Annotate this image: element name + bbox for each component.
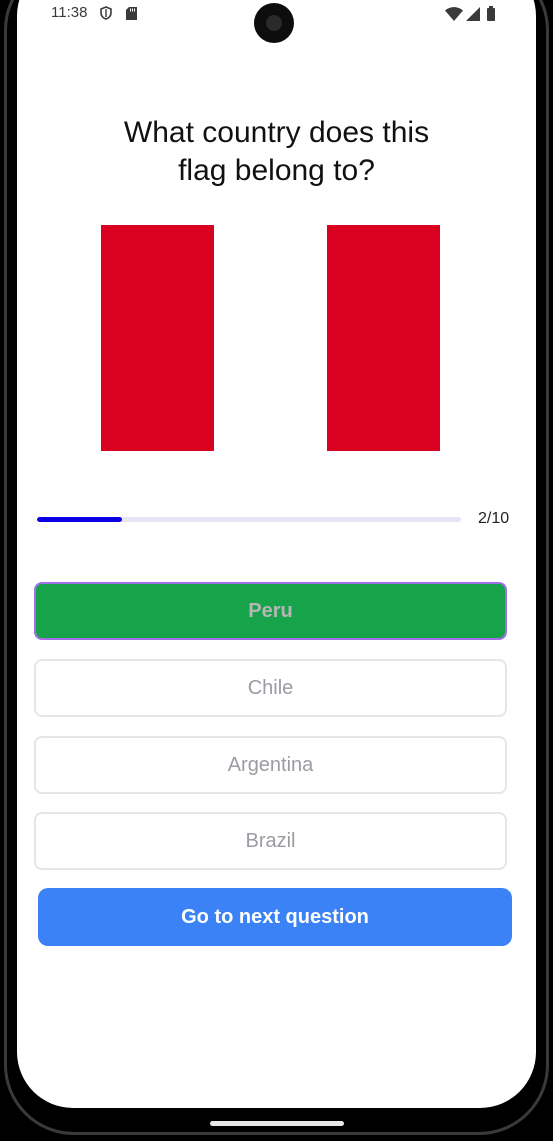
question-text: What country does this flag belong to? <box>17 114 536 190</box>
signal-icon <box>466 7 480 21</box>
flag-stripe-middle <box>214 225 327 451</box>
answer-option-chile[interactable]: Chile <box>34 659 507 717</box>
home-gesture-bar[interactable] <box>210 1121 344 1126</box>
next-question-button[interactable]: Go to next question <box>38 888 512 946</box>
progress-bar-fill <box>37 517 122 522</box>
question-line-2: flag belong to? <box>178 154 375 187</box>
flag-stripe-right <box>327 225 440 451</box>
question-line-1: What country does this <box>123 116 430 149</box>
flag-stripe-left <box>101 225 214 451</box>
front-camera <box>254 3 294 43</box>
answer-option-brazil[interactable]: Brazil <box>34 812 507 870</box>
progress-label: 2/10 <box>478 510 510 527</box>
flag-image <box>101 225 441 451</box>
battery-icon <box>487 6 495 21</box>
progress-bar <box>37 517 461 522</box>
shield-icon <box>100 6 112 20</box>
answer-option-argentina[interactable]: Argentina <box>34 736 507 794</box>
phone-frame: 11:38 What country does this flag belong… <box>0 0 553 1141</box>
answer-option-peru[interactable]: Peru <box>34 582 507 640</box>
wifi-icon <box>445 7 463 21</box>
app-screen: 11:38 What country does this flag belong… <box>17 0 536 1108</box>
status-time: 11:38 <box>51 4 88 21</box>
sd-card-icon <box>126 7 137 20</box>
